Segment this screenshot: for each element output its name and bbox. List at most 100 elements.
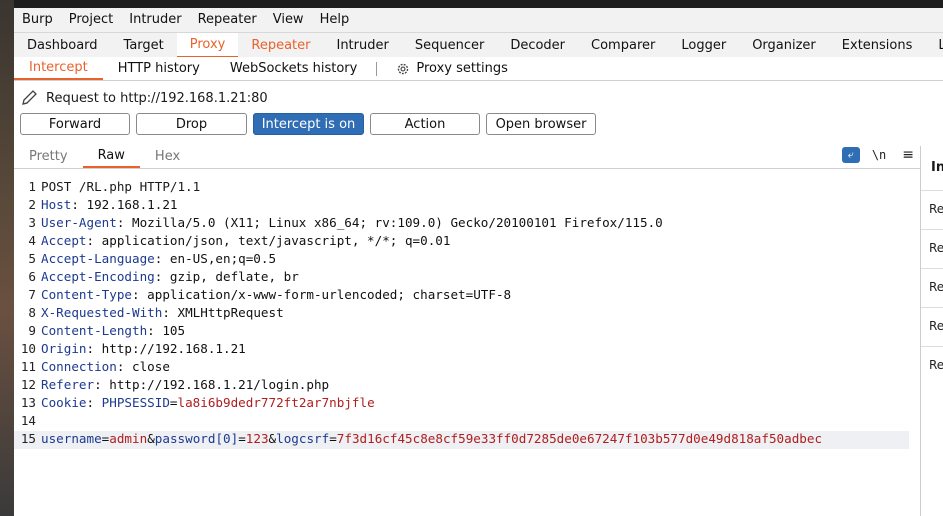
action-button[interactable]: Action	[370, 113, 480, 135]
inspector-divider	[921, 307, 943, 308]
drop-button[interactable]: Drop	[136, 113, 247, 135]
line-number: 14	[20, 413, 36, 428]
header-value: 192.168.1.21	[86, 197, 178, 212]
inspector-row[interactable]: Re	[929, 241, 943, 255]
main-tabs: Dashboard Target Proxy Repeater Intruder…	[14, 32, 943, 58]
tab-extensions[interactable]: Extensions	[829, 34, 926, 57]
menu-icon[interactable]: ≡	[902, 147, 914, 163]
burp-window: Burp Project Intruder Repeater View Help…	[14, 8, 943, 516]
header-value: en-US,en;q=0.5	[169, 251, 277, 266]
editor-tabs: Pretty Raw Hex ⤶ \n ≡	[14, 146, 922, 169]
inspector-row[interactable]: Re	[929, 202, 943, 216]
header-value: http://192.168.1.21/login.php	[109, 377, 330, 392]
line-number: 7	[28, 287, 36, 302]
tab-raw[interactable]: Raw	[82, 146, 140, 168]
header-key: Accept	[41, 233, 87, 248]
subtab-http-history[interactable]: HTTP history	[103, 58, 215, 79]
param-key: username	[41, 431, 102, 446]
tab-target[interactable]: Target	[111, 34, 177, 57]
subtab-websockets-history[interactable]: WebSockets history	[215, 58, 372, 79]
menu-project[interactable]: Project	[61, 8, 121, 32]
header-line: Content-Type: application/x-www-form-url…	[41, 287, 512, 302]
param-key: password[0]	[154, 431, 239, 446]
inspector-title: In	[931, 160, 943, 175]
inspector-row[interactable]: Re	[929, 358, 943, 372]
header-line: Accept: application/json, text/javascrip…	[41, 233, 451, 248]
tab-dashboard[interactable]: Dashboard	[14, 34, 111, 57]
tab-comparer[interactable]: Comparer	[578, 34, 668, 57]
intercept-toggle-button[interactable]: Intercept is on	[253, 113, 364, 135]
inspector-row[interactable]: Re	[929, 319, 943, 333]
newline-icon[interactable]: \n	[872, 148, 886, 162]
tab-pretty[interactable]: Pretty	[14, 147, 83, 167]
param-value: admin	[109, 431, 148, 446]
header-key: X-Requested-With	[41, 305, 163, 320]
line-number: 2	[28, 197, 36, 212]
header-line: X-Requested-With: XMLHttpRequest	[41, 305, 284, 320]
header-line: Accept-Encoding: gzip, deflate, br	[41, 269, 299, 284]
tab-separator	[376, 61, 378, 76]
menu-burp[interactable]: Burp	[14, 8, 61, 32]
header-value: application/x-www-form-urlencoded; chars…	[147, 287, 512, 302]
line-number: 4	[28, 233, 36, 248]
line-number: 10	[20, 341, 36, 356]
tab-logger[interactable]: Logger	[668, 34, 739, 57]
header-key: Accept-Language	[41, 251, 155, 266]
header-value: application/json, text/javascript, */*; …	[101, 233, 451, 248]
header-value: close	[132, 359, 170, 374]
header-value: Mozilla/5.0 (X11; Linux x86_64; rv:109.0…	[132, 215, 663, 230]
tab-proxy[interactable]: Proxy	[176, 32, 239, 58]
header-key: Referer	[41, 377, 95, 392]
header-line: User-Agent: Mozilla/5.0 (X11; Linux x86_…	[41, 215, 663, 230]
line-number: 5	[28, 251, 36, 266]
tab-overflow[interactable]: L	[925, 34, 943, 57]
header-line: Accept-Language: en-US,en;q=0.5	[41, 251, 277, 266]
cookie-name: PHPSESSID	[101, 395, 170, 410]
tab-decoder[interactable]: Decoder	[497, 34, 578, 57]
tab-intruder[interactable]: Intruder	[323, 34, 401, 57]
request-target: Request to http://192.168.1.21:80	[20, 88, 268, 108]
open-browser-button[interactable]: Open browser	[486, 113, 596, 135]
menu-view[interactable]: View	[265, 8, 312, 32]
header-line: Host: 192.168.1.21	[41, 197, 178, 212]
line-number: 8	[28, 305, 36, 320]
tab-organizer[interactable]: Organizer	[739, 34, 829, 57]
param-value: 7f3d16cf45c8e8cf59e33ff0d7285de0e67247f1…	[336, 431, 823, 446]
line-number: 1	[28, 179, 36, 194]
window-top-bar	[0, 0, 943, 8]
editor-icons: ⤶ \n ≡	[841, 147, 914, 163]
menu-help[interactable]: Help	[312, 8, 358, 32]
header-key: Host	[41, 197, 72, 212]
header-value: 105	[162, 323, 186, 338]
tab-repeater[interactable]: Repeater	[238, 34, 323, 57]
header-value: gzip, deflate, br	[169, 269, 299, 284]
request-editor[interactable]: 1 2 3 4 5 6 7 8 9 10 11 12 13 14 15 POST /RL.php HTTP/…	[14, 169, 922, 516]
line-number: 6	[28, 269, 36, 284]
header-line: Content-Length: 105	[41, 323, 186, 338]
wrap-lines-icon[interactable]: ⤶	[841, 147, 860, 163]
header-key: Origin	[41, 341, 87, 356]
header-key: Content-Type	[41, 287, 132, 302]
line-number: 3	[28, 215, 36, 230]
inspector-row[interactable]: Re	[929, 280, 943, 294]
tab-hex[interactable]: Hex	[140, 147, 195, 167]
forward-button[interactable]: Forward	[20, 113, 130, 135]
proxy-settings-label: Proxy settings	[416, 61, 508, 76]
menu-bar: Burp Project Intruder Repeater View Help	[14, 8, 943, 32]
menu-repeater[interactable]: Repeater	[190, 8, 265, 32]
header-key: Accept-Encoding	[41, 269, 155, 284]
param-key: logcsrf	[276, 431, 330, 446]
tab-sequencer[interactable]: Sequencer	[402, 34, 497, 57]
gear-icon	[398, 63, 409, 74]
line-number: 15	[20, 431, 36, 446]
line-number: 13	[20, 395, 36, 410]
proxy-settings-button[interactable]: Proxy settings	[381, 58, 523, 79]
body-line: username=admin&password[0]=123&logcsrf=7…	[41, 431, 823, 446]
header-key: Connection	[41, 359, 117, 374]
param-value: 123	[245, 431, 269, 446]
subtab-intercept[interactable]: Intercept	[14, 57, 103, 80]
menu-intruder[interactable]: Intruder	[121, 8, 189, 32]
line-number: 9	[28, 323, 36, 338]
inspector-divider	[921, 190, 943, 191]
request-line: POST /RL.php HTTP/1.1	[41, 179, 201, 194]
